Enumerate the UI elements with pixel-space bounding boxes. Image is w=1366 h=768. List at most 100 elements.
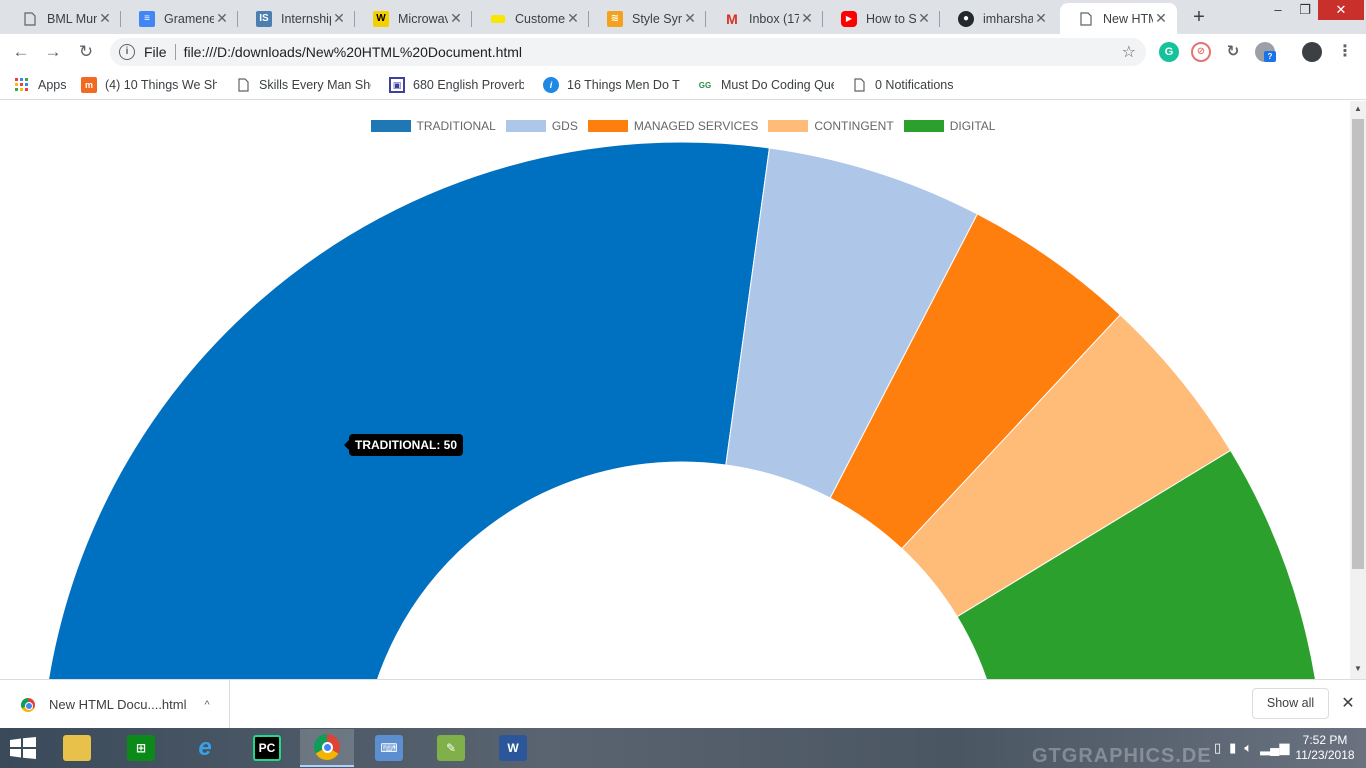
- tab-new-html[interactable]: New HTM ✕: [1060, 3, 1177, 34]
- window-close-button[interactable]: ✕: [1318, 0, 1364, 20]
- tab-gramener[interactable]: ≡ Gramener ✕: [121, 3, 238, 34]
- bookmark-coding[interactable]: GG Must Do Coding Que: [697, 76, 834, 94]
- tab-internship[interactable]: IS Internship ✕: [238, 3, 355, 34]
- extension-icon[interactable]: ?: [1255, 42, 1276, 62]
- vertical-scrollbar[interactable]: ▲ ▼: [1350, 101, 1366, 679]
- restore-button[interactable]: ❐: [1290, 0, 1320, 20]
- tag-icon: [490, 11, 506, 27]
- legend-swatch: [587, 120, 628, 132]
- download-filename: New HTML Docu....html: [49, 697, 187, 712]
- page-icon: [851, 77, 867, 93]
- m-icon: m: [81, 77, 97, 93]
- minimize-button[interactable]: –: [1263, 0, 1293, 20]
- docs-icon: ≡: [139, 10, 155, 27]
- back-button[interactable]: ←: [11, 42, 31, 62]
- action-center-icon[interactable]: ▯: [1214, 740, 1221, 756]
- reload-button[interactable]: ↻: [76, 42, 96, 62]
- forward-button[interactable]: →: [43, 42, 63, 62]
- volume-icon[interactable]: 🔈︎: [1244, 740, 1252, 756]
- windows-taskbar: ⊞ e PC ⌨ ✎ W GTGRAPHICS.DE ▯ ▮ 🔈︎ ▂▄▆ 7:…: [0, 728, 1366, 768]
- tab-inbox[interactable]: M Inbox (17 ✕: [706, 3, 823, 34]
- bookmark-star-icon[interactable]: ☆: [1122, 42, 1136, 62]
- network-icon[interactable]: ▂▄▆: [1260, 740, 1289, 756]
- tab-title: Inbox (17: [749, 11, 799, 26]
- download-item[interactable]: New HTML Docu....html ^: [0, 680, 230, 729]
- new-tab-button[interactable]: +: [1188, 6, 1210, 28]
- gmail-icon: M: [726, 10, 738, 27]
- tab-how-to[interactable]: ▶ How to Sc ✕: [823, 3, 940, 34]
- legend-item[interactable]: MANAGED SERVICES: [587, 118, 759, 134]
- bookmark-notifications[interactable]: 0 Notifications: [851, 76, 954, 94]
- chrome-file-icon: [21, 697, 35, 712]
- legend-label: CONTINGENT: [814, 119, 894, 133]
- legend-label: GDS: [551, 119, 578, 133]
- grammarly-icon[interactable]: G: [1159, 42, 1179, 62]
- windows-start-icon[interactable]: [8, 737, 38, 759]
- legend-label: MANAGED SERVICES: [633, 119, 759, 133]
- close-icon[interactable]: ✕: [916, 10, 932, 27]
- tab-style-sync[interactable]: ≋ Style Sync ✕: [589, 3, 706, 34]
- close-icon[interactable]: ✕: [799, 10, 815, 27]
- scroll-down-arrow-icon[interactable]: ▼: [1350, 663, 1366, 675]
- close-icon[interactable]: ✕: [682, 10, 698, 27]
- legend-item[interactable]: CONTINGENT: [768, 118, 894, 134]
- bookmark-label: Skills Every Man Shou: [259, 78, 371, 92]
- taskbar-editor[interactable]: ✎: [424, 729, 478, 767]
- taskbar-store[interactable]: ⊞: [114, 729, 168, 767]
- tab-github[interactable]: ● imharsha ✕: [940, 3, 1057, 34]
- chrome-center: [321, 741, 333, 753]
- close-icon[interactable]: ✕: [1033, 10, 1049, 27]
- doughnut-chart[interactable]: [0, 101, 1350, 679]
- chart-legend: TRADITIONAL GDS MANAGED SERVICES CONTINGENT…: [0, 118, 1350, 134]
- sync-icon[interactable]: ↻: [1223, 42, 1243, 62]
- taskbar-pycharm[interactable]: PC: [240, 729, 294, 767]
- wallpaper-watermark: GTGRAPHICS.DE: [1032, 745, 1212, 767]
- chart-slice[interactable]: [40, 141, 770, 679]
- url-text[interactable]: file:///D:/downloads/New%20HTML%20Docume…: [184, 44, 522, 60]
- folder-icon: [63, 735, 91, 761]
- close-icon[interactable]: ✕: [331, 10, 347, 27]
- legend-item[interactable]: TRADITIONAL: [370, 118, 496, 134]
- taskbar-clock[interactable]: 7:52 PM 11/23/2018: [1290, 733, 1360, 763]
- show-all-button[interactable]: Show all: [1252, 688, 1329, 719]
- bookmark-16-things[interactable]: i 16 Things Men Do Th: [543, 76, 680, 94]
- close-icon[interactable]: ✕: [565, 10, 581, 27]
- chevron-up-icon[interactable]: ^: [205, 699, 210, 711]
- tab-bml[interactable]: BML Munj ✕: [4, 3, 121, 34]
- bookmark-10-things[interactable]: m (4) 10 Things We Sho: [81, 76, 217, 94]
- legend-item[interactable]: DIGITAL: [903, 118, 995, 134]
- close-icon[interactable]: ✕: [448, 10, 464, 27]
- close-icon[interactable]: ✕: [214, 10, 230, 27]
- info-icon[interactable]: i: [119, 44, 135, 60]
- divider: [174, 44, 176, 60]
- taskbar-file-explorer[interactable]: [50, 729, 104, 767]
- close-icon[interactable]: ✕: [97, 10, 113, 27]
- taskbar-chrome[interactable]: [300, 729, 354, 767]
- taskbar-remote-desktop[interactable]: ⌨: [362, 729, 416, 767]
- document-icon: [1078, 11, 1094, 27]
- download-bar-close-button[interactable]: ✕: [1338, 694, 1358, 714]
- scroll-thumb[interactable]: [1352, 119, 1364, 569]
- close-icon[interactable]: ✕: [1153, 10, 1169, 27]
- circle-logo-icon: i: [543, 77, 559, 93]
- avatar[interactable]: [1302, 42, 1322, 62]
- w-icon: W: [373, 10, 389, 27]
- browser-toolbar: ← → ↻ i File file:///D:/downloads/New%20…: [0, 34, 1366, 70]
- clock-date: 11/23/2018: [1295, 748, 1355, 762]
- stack-icon: ≋: [607, 10, 623, 27]
- tab-microwave[interactable]: W Microwav ✕: [355, 3, 472, 34]
- blocker-icon[interactable]: ⊘: [1191, 42, 1211, 62]
- taskbar-ie[interactable]: e: [178, 729, 232, 767]
- bookmark-label: 16 Things Men Do Th: [567, 78, 680, 92]
- taskbar-word[interactable]: W: [486, 729, 540, 767]
- address-bar[interactable]: i File file:///D:/downloads/New%20HTML%2…: [110, 38, 1146, 66]
- bookmark-skills[interactable]: Skills Every Man Shou: [235, 76, 371, 94]
- menu-icon[interactable]: ⋮: [1335, 42, 1355, 62]
- bookmark-label: (4) 10 Things We Sho: [105, 78, 217, 92]
- bookmark-apps[interactable]: Apps: [14, 76, 67, 94]
- bookmark-proverbs[interactable]: ▣ 680 English Proverbs: [389, 76, 524, 94]
- scroll-up-arrow-icon[interactable]: ▲: [1350, 103, 1366, 115]
- tab-customer[interactable]: Customer ✕: [472, 3, 589, 34]
- legend-item[interactable]: GDS: [505, 118, 578, 134]
- battery-icon[interactable]: ▮: [1229, 740, 1236, 756]
